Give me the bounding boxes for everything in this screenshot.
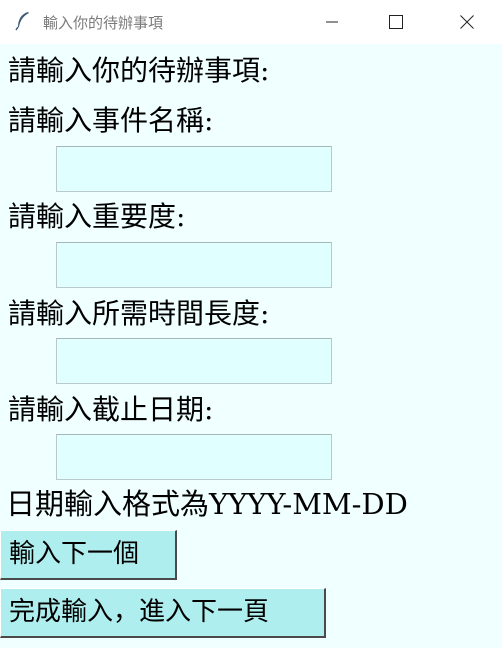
importance-input[interactable]: [56, 242, 332, 288]
duration-input[interactable]: [56, 338, 332, 384]
feather-icon: [15, 11, 31, 31]
duration-label: 請輸入所需時間長度:: [8, 297, 270, 330]
window-title: 輸入你的待辦事項: [43, 14, 164, 32]
event-name-input[interactable]: [56, 146, 332, 192]
minimize-button[interactable]: [309, 0, 355, 44]
maximize-button[interactable]: [373, 0, 419, 44]
deadline-input[interactable]: [56, 434, 332, 480]
event-name-label: 請輸入事件名稱:: [8, 104, 214, 137]
title-bar[interactable]: 輸入你的待辦事項: [0, 0, 502, 44]
finish-button[interactable]: 完成輸入，進入下一頁: [0, 588, 326, 638]
form-heading: 請輸入你的待辦事項:: [8, 54, 270, 87]
importance-label: 請輸入重要度:: [8, 200, 186, 233]
close-button[interactable]: [444, 0, 490, 44]
date-format-hint: 日期輸入格式為YYYY-MM-DD: [6, 487, 408, 521]
deadline-label: 請輸入截止日期:: [8, 393, 214, 426]
next-item-button[interactable]: 輸入下一個: [0, 530, 177, 580]
